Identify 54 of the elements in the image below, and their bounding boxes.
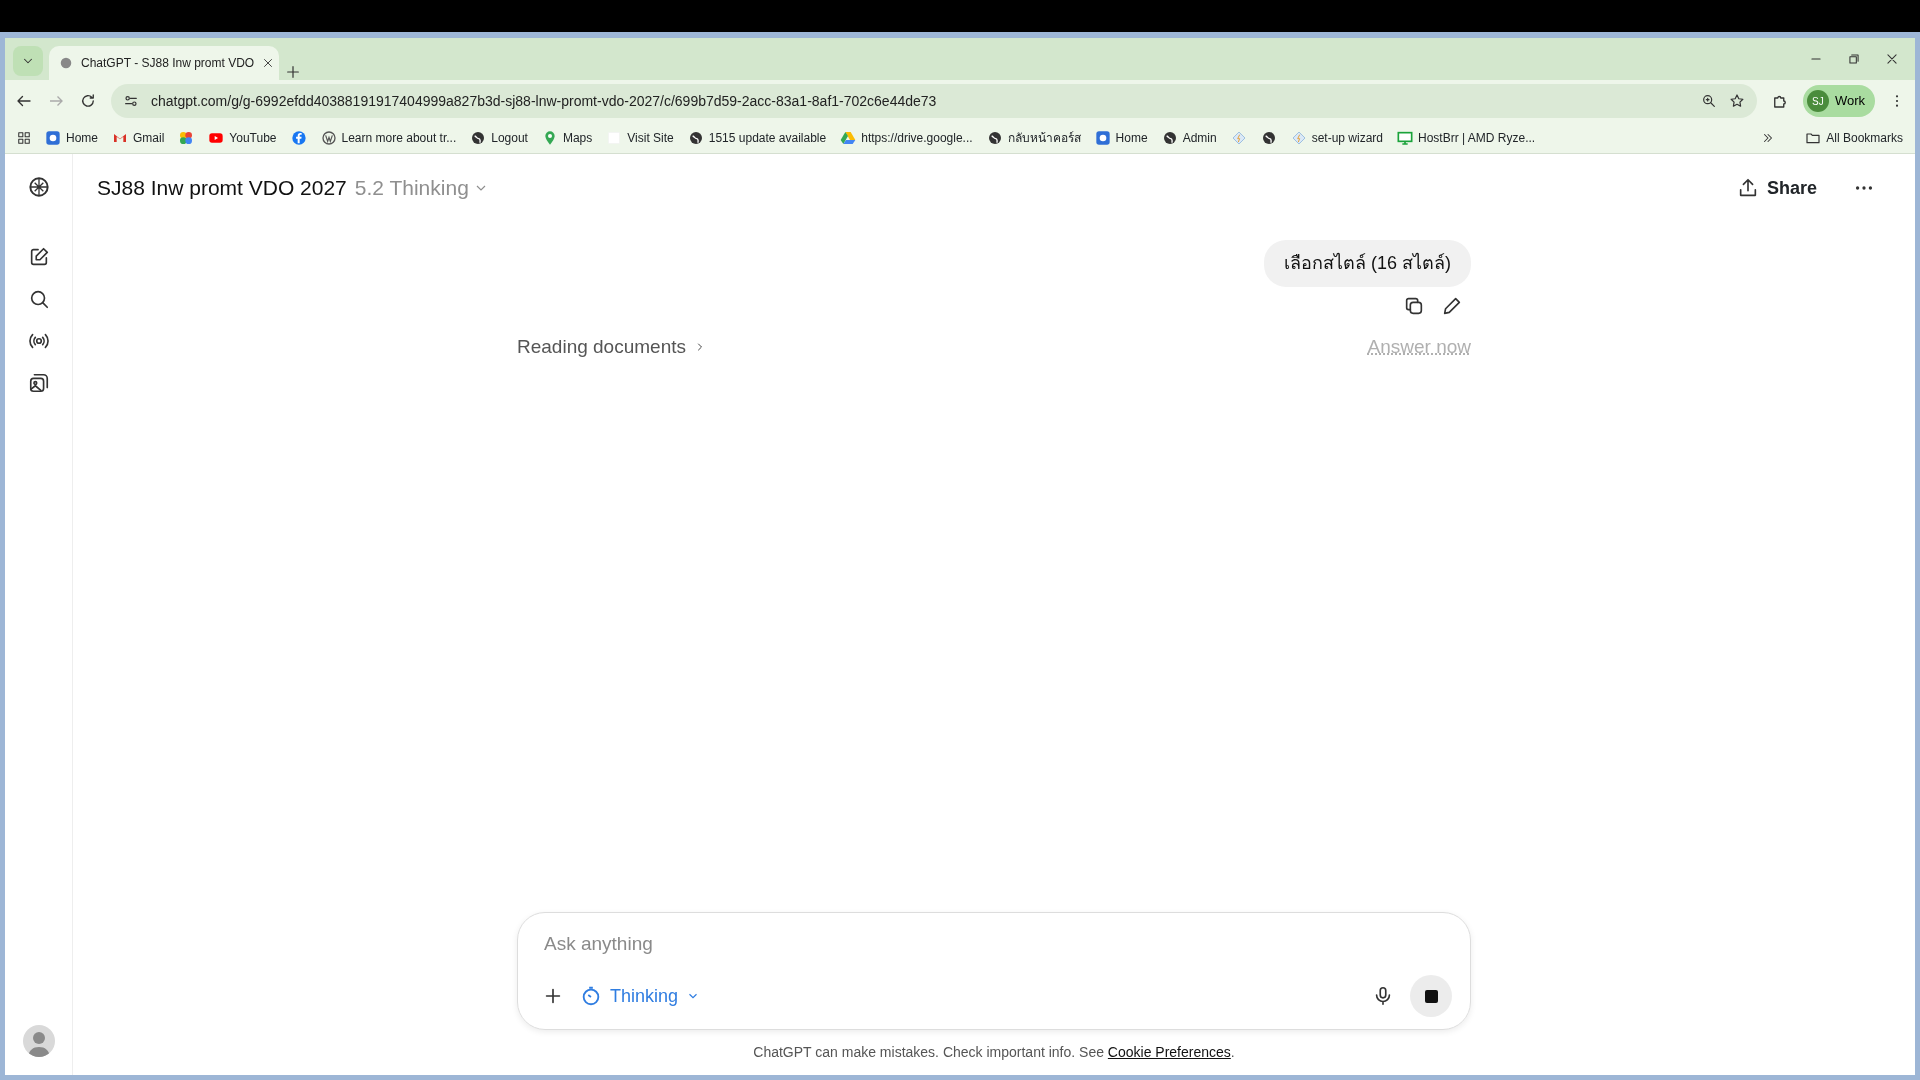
monitor-icon <box>1397 129 1413 146</box>
wordpress-icon <box>320 129 337 146</box>
bookmark-link[interactable]: 1515 update available <box>687 128 827 147</box>
profile-button[interactable]: SJ Work <box>1802 85 1875 117</box>
url-text: chatgpt.com/g/g-6992efdd40388191917404999a827b3d-sj88-lnw-promt-vdo-2027/c/699b7d59-2acc-83a1-8af1-702c6e44de73 <box>151 91 938 111</box>
reading-documents-toggle[interactable]: Reading documents <box>517 333 706 362</box>
copy-icon[interactable] <box>1403 295 1425 317</box>
all-bookmarks-link[interactable]: All Bookmarks <box>1805 128 1903 147</box>
bookmark-link[interactable]: YouTube <box>208 128 277 147</box>
bookmark-link[interactable]: set-up wizard <box>1290 128 1383 147</box>
cookie-preferences-link[interactable]: Cookie Preferences <box>1107 1044 1231 1060</box>
bookmark-facebook-icon[interactable] <box>290 129 307 146</box>
close-icon[interactable] <box>1885 52 1899 66</box>
bookmark-link[interactable]: Learn more about tr... <box>320 128 457 147</box>
user-message: เลือกสไตล์ (16 สไตล์) <box>1264 240 1471 287</box>
site-settings-icon[interactable] <box>123 93 139 109</box>
bookmark-link[interactable]: Visit Site <box>606 128 674 147</box>
edit-pencil-icon[interactable] <box>1441 295 1463 317</box>
app-icon <box>45 129 61 146</box>
bookmark-globe-icon[interactable] <box>1260 129 1277 146</box>
thinking-mode-button[interactable]: Thinking <box>580 982 701 1010</box>
disclaimer-text: ChatGPT can make mistakes. Check important info. See Cookie Preferences. <box>752 1043 1236 1062</box>
bookmark-link[interactable]: Admin <box>1161 128 1217 147</box>
address-bar[interactable]: chatgpt.com/g/g-6992efdd40388191917404999a827b3d-sj88-lnw-promt-vdo-2027/c/699b7d59-2acc-83a1-8af1-702c6e44de73 <box>111 84 1757 118</box>
bookmark-link[interactable]: Logout <box>470 128 528 147</box>
diamond-icon <box>1290 129 1307 146</box>
stop-button[interactable] <box>1410 975 1452 1017</box>
apps-grid-icon[interactable] <box>17 130 31 145</box>
share-button[interactable]: Share <box>1736 174 1817 202</box>
profile-label: Work <box>1834 92 1865 111</box>
bookmark-link[interactable]: https://drive.google... <box>840 128 973 147</box>
bookmark-link[interactable]: HostBrr | AMD Ryze... <box>1397 128 1536 147</box>
browser-tab[interactable]: ChatGPT - SJ88 Inw promt VDO <box>49 46 279 80</box>
chat-title: SJ88 Inw promt VDO 2027 <box>97 175 347 202</box>
profile-avatar: SJ <box>1806 90 1829 112</box>
star-icon[interactable] <box>1728 93 1745 109</box>
stopwatch-icon <box>580 985 602 1007</box>
message-composer[interactable]: Ask anything Thinking <box>517 911 1471 1030</box>
close-icon[interactable] <box>262 57 275 69</box>
app-icon <box>1094 129 1111 146</box>
reload-icon[interactable] <box>79 92 97 110</box>
user-avatar[interactable] <box>22 1025 55 1057</box>
bookmark-link[interactable]: Home <box>45 128 98 147</box>
images-icon[interactable] <box>27 372 50 394</box>
drive-icon <box>840 129 857 146</box>
restore-icon[interactable] <box>1847 52 1861 66</box>
bookmark-link[interactable]: Maps <box>541 128 593 147</box>
bookmark-link[interactable]: Home <box>1094 128 1148 147</box>
bookmark-link[interactable]: Gmail <box>112 128 165 147</box>
plus-icon[interactable] <box>285 64 301 80</box>
bookmark-link[interactable]: กลับหน้าคอร์ส <box>986 128 1081 147</box>
bookmark-pinwheel-icon[interactable] <box>178 129 195 146</box>
tab-title: ChatGPT - SJ88 Inw promt VDO <box>81 55 255 72</box>
zoom-icon[interactable] <box>1700 93 1717 109</box>
